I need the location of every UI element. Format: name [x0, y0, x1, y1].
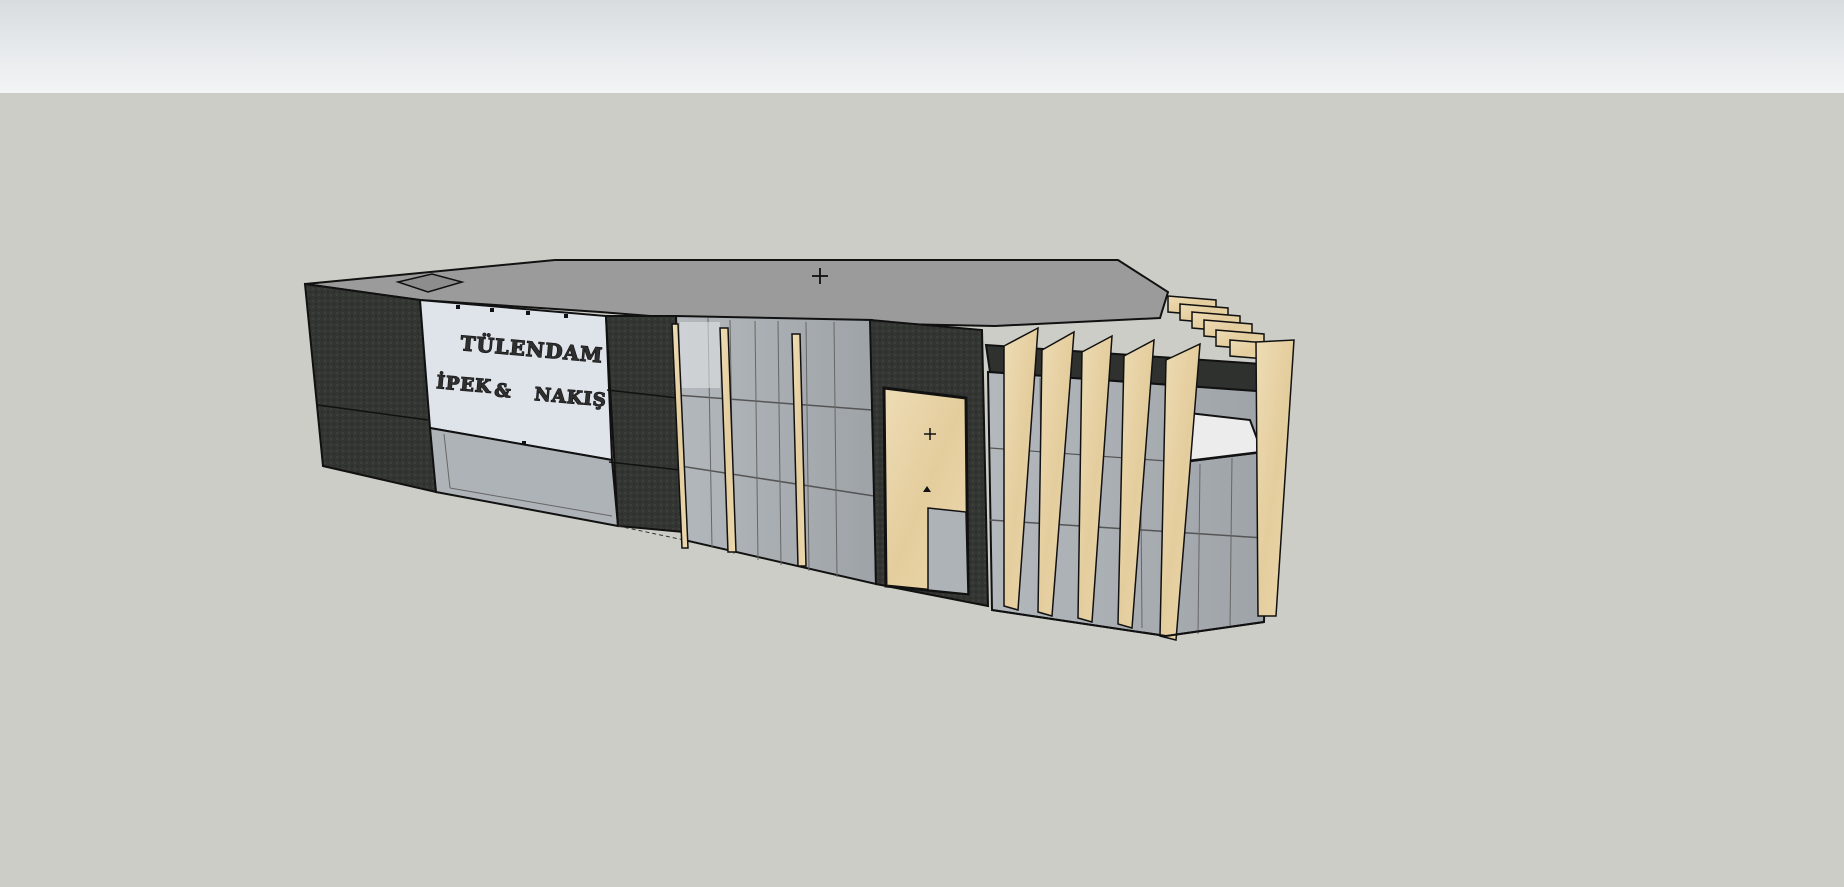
- door-lower-glass-panel: [927, 507, 969, 595]
- left-dark-cladding: [303, 282, 438, 494]
- sketchup-viewport[interactable]: TÜLENDAM İPEK & NAKIŞ: [0, 0, 1844, 887]
- sign-ampersand: &: [494, 380, 513, 402]
- mid-dark-cladding: [604, 315, 686, 534]
- building-model[interactable]: TÜLENDAM İPEK & NAKIŞ: [0, 0, 1844, 887]
